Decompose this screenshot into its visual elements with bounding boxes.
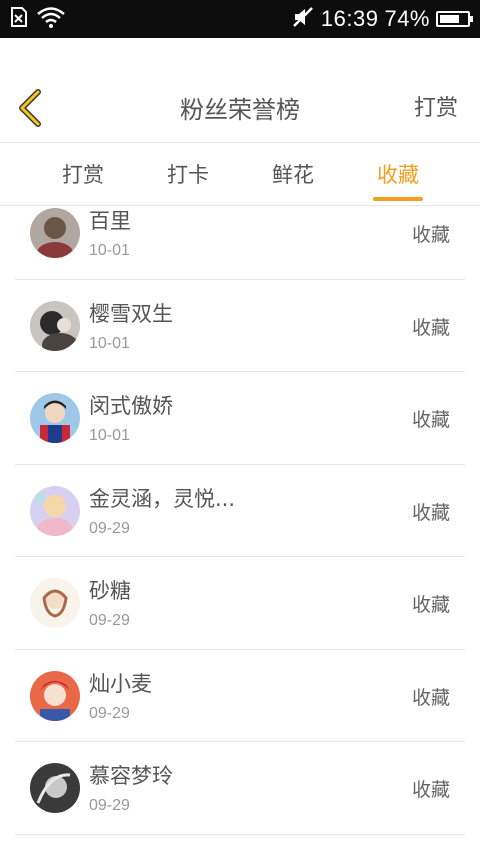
avatar bbox=[30, 578, 80, 628]
avatar bbox=[30, 763, 80, 813]
tab-reward[interactable]: 打赏 bbox=[58, 143, 108, 205]
battery-icon bbox=[436, 11, 473, 27]
fan-action: 收藏 bbox=[411, 224, 450, 246]
fan-action: 收藏 bbox=[411, 779, 450, 801]
list-item[interactable]: 金灵涵，灵悦... 09-29 收藏 bbox=[15, 465, 465, 557]
fan-date: 10-01 bbox=[89, 242, 130, 259]
fan-date: 09-29 bbox=[89, 519, 130, 537]
fan-name: 灿小麦 bbox=[89, 671, 152, 696]
fan-action: 收藏 bbox=[411, 686, 450, 709]
reward-button[interactable]: 打赏 bbox=[414, 90, 458, 122]
avatar bbox=[30, 300, 80, 351]
list-item[interactable]: 闵式傲娇 10-01 收藏 bbox=[15, 372, 465, 465]
tab-bar: 打赏 打卡 鲜花 收藏 bbox=[0, 142, 480, 206]
list-item[interactable]: 百里 10-01 收藏 bbox=[15, 207, 465, 280]
page-title: 粉丝荣誉榜 bbox=[180, 96, 300, 124]
fan-date: 09-29 bbox=[89, 704, 130, 722]
clock: 16:39 bbox=[320, 6, 379, 31]
list-item[interactable]: 灿小麦 09-29 收藏 bbox=[15, 650, 465, 742]
battery-percent: 74% bbox=[384, 6, 430, 31]
list-item[interactable]: 慕容梦玲 09-29 收藏 bbox=[15, 742, 465, 835]
fan-name: 金灵涵，灵悦... bbox=[89, 486, 236, 511]
tab-checkin[interactable]: 打卡 bbox=[163, 143, 213, 205]
fan-action: 收藏 bbox=[411, 409, 450, 431]
fan-name: 百里 bbox=[89, 209, 131, 233]
fan-date: 09-29 bbox=[89, 612, 130, 629]
fan-name: 慕容梦玲 bbox=[89, 764, 173, 788]
fan-action: 收藏 bbox=[411, 316, 450, 339]
fan-action: 收藏 bbox=[411, 501, 450, 524]
fan-action: 收藏 bbox=[411, 594, 450, 616]
fan-list[interactable]: 百里 10-01 收藏 樱雪双生 10-01 收藏 闵式傲娇 10-01 收藏 … bbox=[0, 207, 480, 854]
avatar bbox=[30, 485, 80, 536]
avatar bbox=[30, 393, 80, 443]
fan-name: 闵式傲娇 bbox=[89, 394, 173, 418]
mute-icon bbox=[291, 5, 315, 33]
active-tab-indicator bbox=[373, 197, 423, 201]
tab-label: 收藏 bbox=[377, 163, 419, 187]
fan-date: 09-29 bbox=[89, 797, 130, 814]
battery-level bbox=[440, 15, 460, 23]
fan-date: 10-01 bbox=[89, 334, 130, 352]
tab-label: 鲜花 bbox=[272, 163, 314, 187]
wifi-icon bbox=[36, 6, 66, 32]
tab-label: 打卡 bbox=[167, 163, 209, 187]
avatar bbox=[30, 670, 80, 721]
nav-bar: 粉丝荣誉榜 打赏 bbox=[0, 38, 480, 142]
status-bar: 16:39 74% bbox=[0, 0, 480, 38]
list-item[interactable]: 樱雪双生 10-01 收藏 bbox=[15, 280, 465, 372]
list-item[interactable]: 砂糖 09-29 收藏 bbox=[15, 557, 465, 650]
fan-name: 砂糖 bbox=[89, 579, 131, 603]
avatar bbox=[30, 208, 80, 258]
fan-date: 10-01 bbox=[89, 427, 130, 444]
tab-favorites[interactable]: 收藏 bbox=[373, 143, 423, 205]
tab-label: 打赏 bbox=[62, 163, 104, 187]
no-sim-icon bbox=[10, 7, 28, 31]
tab-flowers[interactable]: 鲜花 bbox=[268, 143, 318, 205]
fan-name: 樱雪双生 bbox=[89, 301, 173, 326]
